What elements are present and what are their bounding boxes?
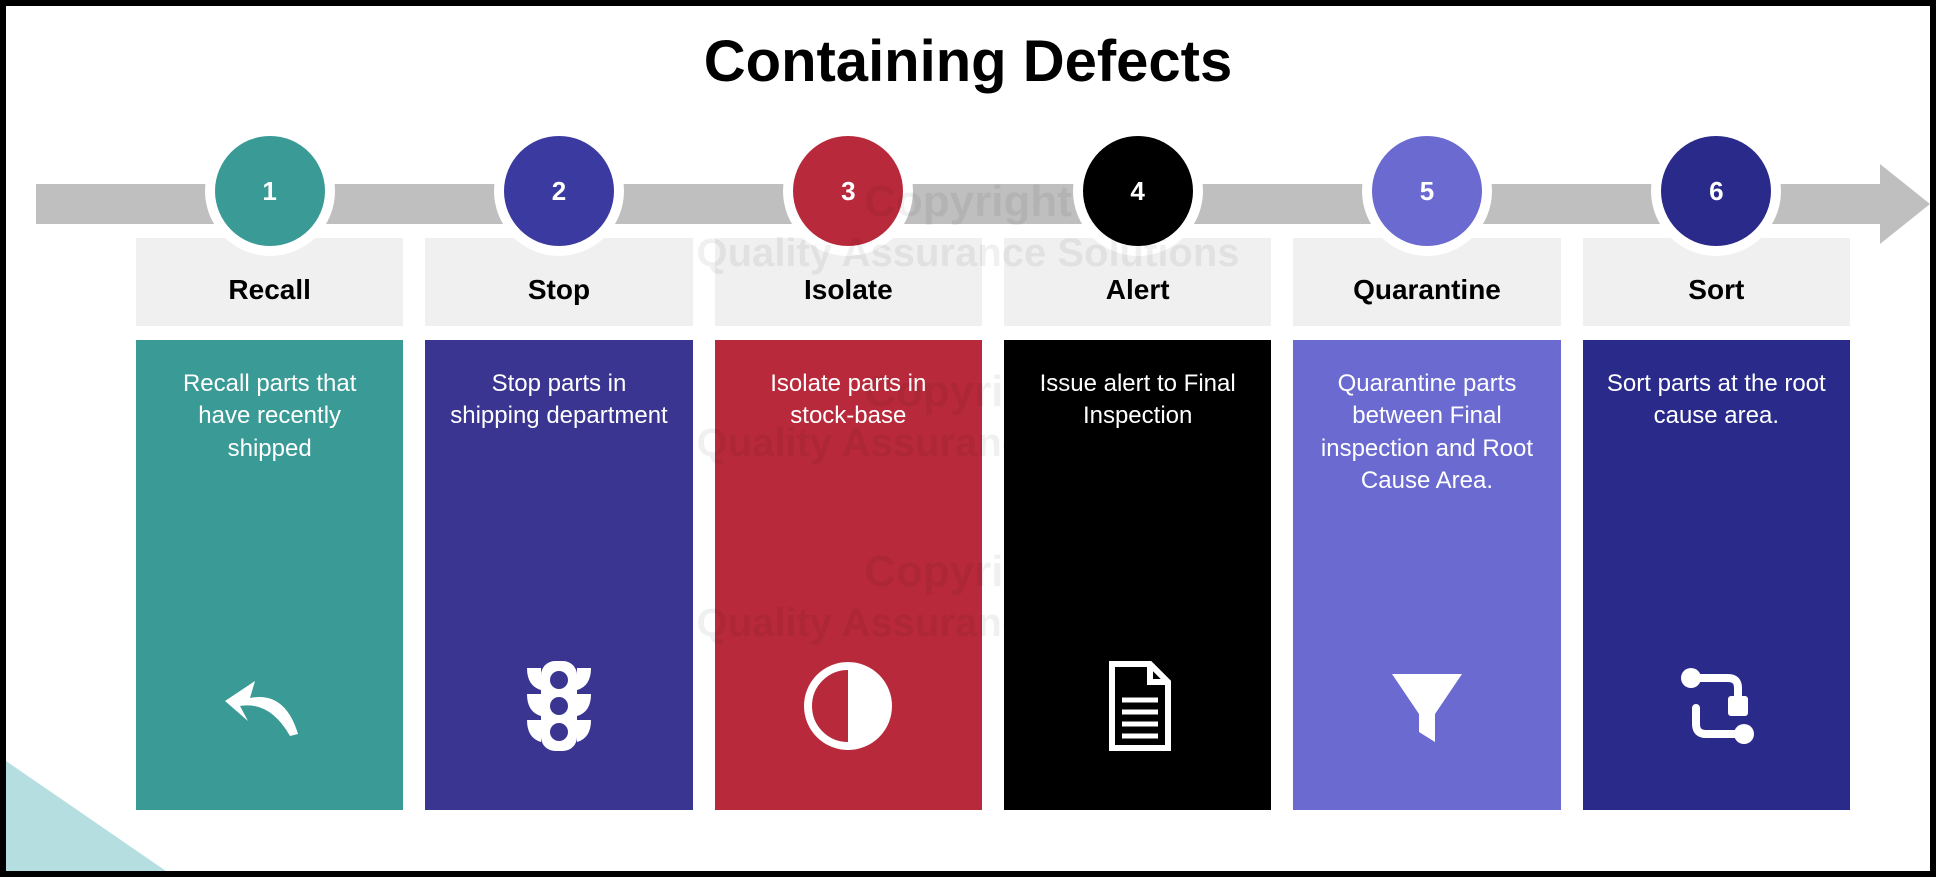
steps-container: 1 Recall Recall parts that have recently… — [136, 126, 1850, 810]
step-description: Isolate parts in stock-base — [737, 368, 960, 548]
slide: Containing Defects 1 Recall Recall parts… — [0, 0, 1936, 877]
arrow-back-icon — [158, 646, 381, 766]
slide-title: Containing Defects — [6, 28, 1930, 95]
document-icon — [1026, 646, 1249, 766]
badge-ring: 2 — [494, 126, 624, 256]
step-description-box: Isolate parts in stock-base — [715, 340, 982, 810]
badge-ring: 1 — [205, 126, 335, 256]
step-description-box: Sort parts at the root cause area. — [1583, 340, 1850, 810]
step-description-box: Quarantine parts between Final inspectio… — [1293, 340, 1560, 810]
step-stop: 2 Stop Stop parts in shipping department — [425, 126, 692, 810]
step-quarantine: 5 Quarantine Quarantine parts between Fi… — [1293, 126, 1560, 810]
badge-ring: 4 — [1073, 126, 1203, 256]
step-number-badge: 1 — [215, 136, 325, 246]
step-description-box: Issue alert to Final Inspection — [1004, 340, 1271, 810]
traffic-light-icon — [447, 646, 670, 766]
step-number-badge: 3 — [793, 136, 903, 246]
step-number-badge: 4 — [1083, 136, 1193, 246]
step-alert: 4 Alert Issue alert to Final Inspection — [1004, 126, 1271, 810]
half-circle-icon — [737, 646, 960, 766]
step-number-badge: 2 — [504, 136, 614, 246]
step-isolate: 3 Isolate Isolate parts in stock-base — [715, 126, 982, 810]
step-number-badge: 5 — [1372, 136, 1482, 246]
step-description: Quarantine parts between Final inspectio… — [1315, 368, 1538, 548]
badge-ring: 3 — [783, 126, 913, 256]
branch-icon — [1605, 646, 1828, 766]
badge-ring: 6 — [1651, 126, 1781, 256]
step-description: Recall parts that have recently shipped — [158, 368, 381, 548]
step-description: Issue alert to Final Inspection — [1026, 368, 1249, 548]
step-description-box: Recall parts that have recently shipped — [136, 340, 403, 810]
step-description: Stop parts in shipping department — [447, 368, 670, 548]
step-description-box: Stop parts in shipping department — [425, 340, 692, 810]
step-number-badge: 6 — [1661, 136, 1771, 246]
step-description: Sort parts at the root cause area. — [1605, 368, 1828, 548]
arrow-head-icon — [1880, 164, 1930, 244]
step-sort: 6 Sort Sort parts at the root cause area… — [1583, 126, 1850, 810]
funnel-icon — [1315, 646, 1538, 766]
step-recall: 1 Recall Recall parts that have recently… — [136, 126, 403, 810]
badge-ring: 5 — [1362, 126, 1492, 256]
